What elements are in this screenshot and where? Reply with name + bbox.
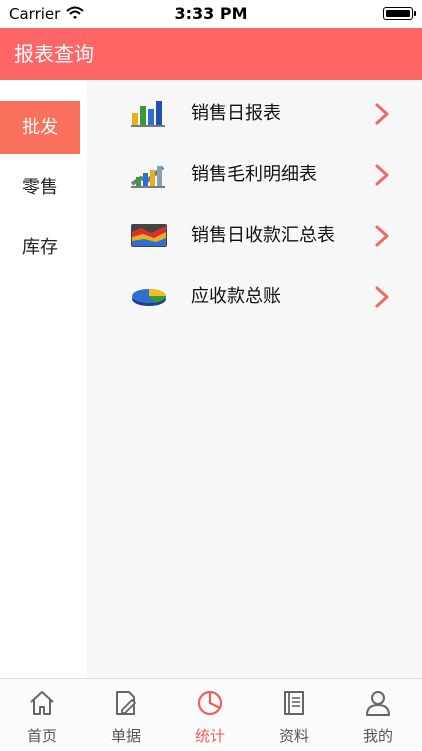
tab-label: 资料 [278, 727, 309, 745]
tab-label: 单据 [110, 727, 141, 745]
tab-documents[interactable]: 单据 [84, 679, 168, 751]
chevron-right-icon [375, 225, 389, 247]
growth-chart-icon [130, 165, 165, 188]
chevron-right-icon [375, 164, 389, 186]
report-row-daily-receipts[interactable]: 销售日收款汇总表 [87, 205, 422, 266]
report-row-daily-sales[interactable]: 销售日报表 [87, 83, 422, 144]
tab-mine[interactable]: 我的 [336, 679, 420, 751]
report-label: 应收款总账 [191, 286, 281, 307]
report-row-receivables-ledger[interactable]: 应收款总账 [87, 266, 422, 327]
tab-label: 我的 [362, 727, 393, 745]
sidebar: 批发 零售 库存 [0, 80, 87, 678]
battery-icon [383, 7, 416, 20]
pie-chart-icon [197, 690, 223, 716]
status-bar: Carrier 3:33 PM [0, 0, 422, 28]
report-row-sales-margin[interactable]: 销售毛利明细表 [87, 144, 422, 205]
sidebar-item-label: 零售 [22, 177, 58, 198]
report-list: 销售日报表 销售毛利明细表 销售日收款汇总表 应收款总账 [87, 80, 422, 678]
sidebar-item-wholesale[interactable]: 批发 [0, 101, 80, 154]
tab-statistics[interactable]: 统计 [168, 679, 252, 751]
report-label: 销售日收款汇总表 [191, 225, 335, 246]
tab-bar: 首页 单据 统计 资料 我的 [0, 678, 422, 750]
sidebar-item-label: 批发 [22, 117, 58, 138]
header-bar: 报表查询 [0, 28, 422, 80]
area-chart-icon [131, 224, 167, 247]
home-icon [30, 691, 54, 715]
document-edit-icon [116, 691, 136, 715]
chevron-right-icon [375, 103, 389, 125]
user-icon [366, 691, 390, 716]
status-time: 3:33 PM [174, 4, 248, 23]
sidebar-item-inventory[interactable]: 库存 [0, 221, 80, 274]
sidebar-item-label: 库存 [22, 237, 58, 258]
tab-home[interactable]: 首页 [0, 679, 84, 751]
book-icon [284, 691, 304, 715]
sidebar-item-retail[interactable]: 零售 [0, 161, 80, 214]
report-label: 销售日报表 [191, 103, 281, 124]
tab-label: 首页 [26, 727, 57, 745]
pie-chart-icon [132, 289, 167, 306]
report-label: 销售毛利明细表 [191, 164, 317, 185]
bar-chart-icon [131, 101, 165, 127]
chevron-right-icon [375, 286, 389, 308]
page-title: 报表查询 [14, 42, 94, 66]
tab-label: 统计 [194, 727, 225, 745]
tab-data[interactable]: 资料 [252, 679, 336, 751]
